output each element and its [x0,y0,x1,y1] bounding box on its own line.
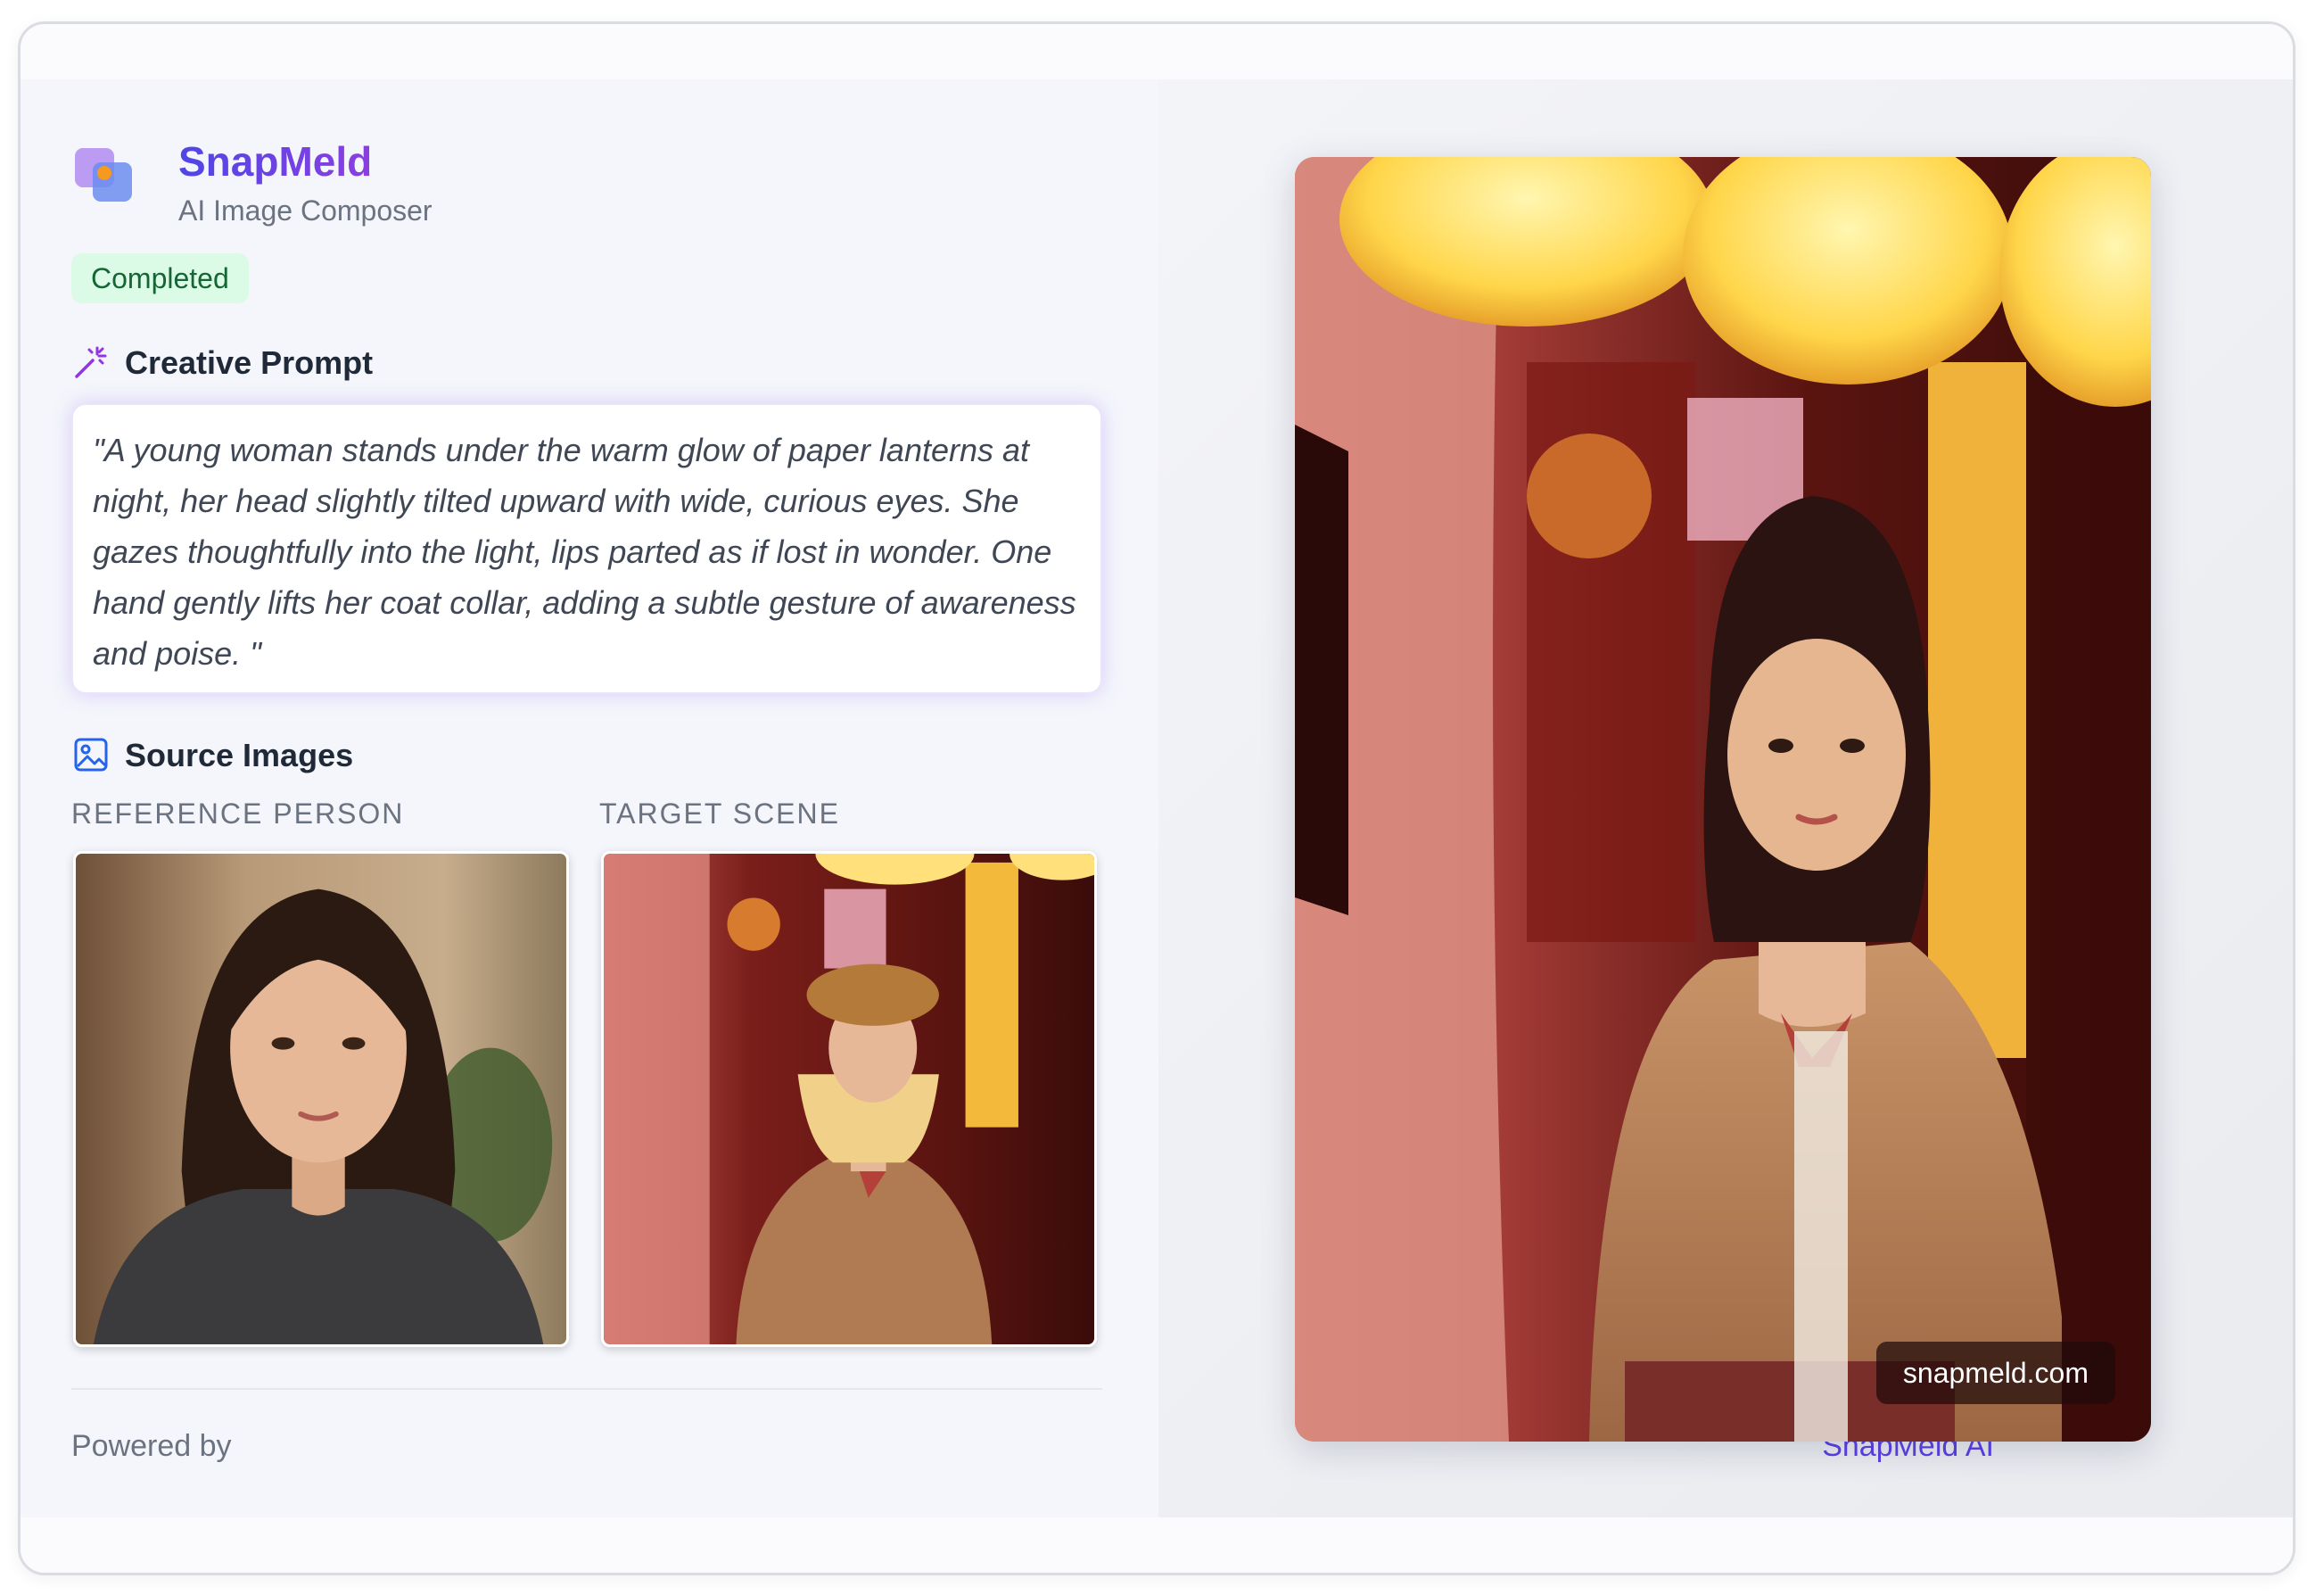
image-icon [74,738,108,772]
watermark-badge: snapmeld.com [1875,1342,2115,1404]
snapmeld-logo-icon [75,148,134,202]
window-bottom-bar [21,1517,2293,1573]
prompt-heading: Creative Prompt [125,344,374,381]
target-scene-image[interactable] [601,851,1097,1347]
status-badge: Completed [71,253,249,303]
prompt-box: "A young woman stands under the warm glo… [71,403,1102,694]
reference-person-image[interactable] [73,851,569,1347]
footer-divider [71,1388,1102,1390]
powered-by-label: Powered by [71,1429,232,1463]
reference-person-label: REFERENCE PERSON [71,798,405,830]
window-top-bar [21,24,2293,79]
target-scene-label: TARGET SCENE [599,798,840,830]
magic-wand-icon [75,346,107,378]
generated-result-image[interactable]: snapmeld.com [1295,157,2151,1442]
source-images-heading: Source Images [125,737,354,773]
prompt-text: "A young woman stands under the warm glo… [93,432,1076,672]
app-name: SnapMeld [178,138,373,185]
app-tagline: AI Image Composer [178,194,433,227]
